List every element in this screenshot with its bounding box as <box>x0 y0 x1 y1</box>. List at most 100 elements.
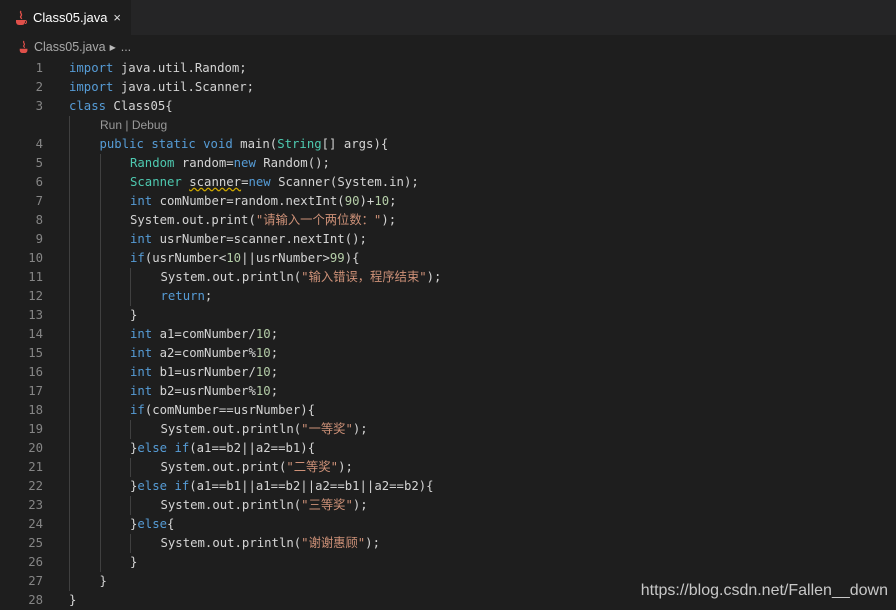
code-line: 18 if(comNumber==usrNumber){ <box>0 401 896 420</box>
code-token: int <box>130 346 153 360</box>
code-token: int <box>130 194 153 208</box>
code-token: (usrNumber< <box>144 251 227 265</box>
code-token: ); <box>426 270 442 284</box>
code-token: System.out.println( <box>160 536 302 550</box>
code-line: 8 System.out.print("请输入一个两位数："); <box>0 211 896 230</box>
breadcrumb-file[interactable]: Class05.java <box>34 40 106 54</box>
code-token: else <box>137 517 168 531</box>
line-number: 7 <box>35 194 43 208</box>
code-token: 99 <box>329 251 345 265</box>
codelens: Run | Debug <box>100 116 167 135</box>
line-number: 9 <box>35 232 43 246</box>
code-token: java.util.Scanner; <box>120 80 255 94</box>
code-token: Scanner(System.in); <box>270 175 419 189</box>
tab-class05-java[interactable]: Class05.java × <box>0 0 131 35</box>
code-token: System.out.print( <box>160 460 287 474</box>
line-number: 18 <box>28 403 43 417</box>
code-text: class Class05{ <box>69 97 173 116</box>
code-token: "三等奖" <box>301 498 353 512</box>
code-token: import <box>69 80 121 94</box>
code-token: 10 <box>255 327 271 341</box>
code-token: static <box>151 137 196 151</box>
code-token: ); <box>338 460 353 474</box>
code-token: b2=usrNumber% <box>152 384 256 398</box>
code-token: new <box>233 156 256 170</box>
code-text: if(usrNumber<10||usrNumber>99){ <box>130 249 360 268</box>
watermark: https://blog.csdn.net/Fallen__down <box>640 582 888 599</box>
code-token: (a1==b1||a1==b2||a2==b1||a2==b2){ <box>189 479 434 493</box>
breadcrumb-more[interactable]: ... <box>121 40 131 54</box>
code-token: ; <box>270 365 279 379</box>
code-text: System.out.print("请输入一个两位数："); <box>130 211 396 230</box>
code-text: }else{ <box>130 515 174 534</box>
line-number: 17 <box>28 384 43 398</box>
code-line: 15 int a2=comNumber%10; <box>0 344 896 363</box>
code-text: import java.util.Random; <box>69 59 247 78</box>
code-text: System.out.println("一等奖"); <box>161 420 368 439</box>
code-token: void <box>203 137 233 151</box>
line-number: 15 <box>28 346 43 360</box>
close-icon[interactable]: × <box>113 10 121 25</box>
line-number: 16 <box>28 365 43 379</box>
line-number: 19 <box>28 422 43 436</box>
line-number: 1 <box>35 61 43 75</box>
line-number: 14 <box>28 327 43 341</box>
line-number: 4 <box>35 137 43 151</box>
line-number: 22 <box>28 479 43 493</box>
code-token: if <box>174 479 190 493</box>
code-text: } <box>69 591 76 610</box>
code-token: int <box>130 327 153 341</box>
code-line: 22}else if(a1==b1||a1==b2||a2==b1||a2==b… <box>0 477 896 496</box>
code-token: )+ <box>359 194 375 208</box>
code-token: 10 <box>226 251 242 265</box>
code-token: System.out.print( <box>130 213 256 227</box>
code-token: System.out.println( <box>160 422 302 436</box>
code-token: } <box>69 593 77 607</box>
line-number: 27 <box>28 574 43 588</box>
line-number: 24 <box>28 517 43 531</box>
code-text: }else if(a1==b2||a2==b1){ <box>130 439 315 458</box>
line-number: 28 <box>28 593 43 607</box>
codelens-run[interactable]: Run <box>100 118 122 132</box>
code-text: return; <box>161 287 213 306</box>
codelens-debug[interactable]: Debug <box>132 118 167 132</box>
code-line: 26} <box>0 553 896 572</box>
code-text: } <box>130 553 137 572</box>
line-number: 5 <box>35 156 43 170</box>
code-token: usrNumber=scanner.nextInt(); <box>152 232 367 246</box>
code-token: 10 <box>374 194 390 208</box>
code-line: 1 import java.util.Random; <box>0 59 896 78</box>
code-token: if <box>174 441 190 455</box>
code-line: 17 int b2=usrNumber%10; <box>0 382 896 401</box>
line-number: 21 <box>28 460 43 474</box>
code-token: a1=comNumber/ <box>152 327 256 341</box>
code-token: ; <box>270 384 279 398</box>
code-token: "一等奖" <box>301 422 353 436</box>
line-number: 12 <box>28 289 43 303</box>
code-token: (comNumber==usrNumber){ <box>144 403 316 417</box>
line-number: 2 <box>35 80 43 94</box>
code-line: 3 class Class05{ <box>0 97 896 116</box>
line-number: 11 <box>28 270 43 284</box>
code-line: 21 System.out.print("二等奖"); <box>0 458 896 477</box>
code-token: { <box>167 517 175 531</box>
code-token: String <box>277 137 322 151</box>
code-text: Scanner scanner=new Scanner(System.in); <box>130 173 419 192</box>
chevron-right-icon: ▶ <box>109 42 116 52</box>
code-token: b1=usrNumber/ <box>152 365 256 379</box>
code-token: ){ <box>344 251 360 265</box>
code-token: a2=comNumber% <box>152 346 256 360</box>
code-token: ; <box>270 346 279 360</box>
code-token: if <box>130 403 145 417</box>
code-token: ); <box>352 422 368 436</box>
code-token: System.out.println( <box>160 498 302 512</box>
code-token: 10 <box>255 365 271 379</box>
code-editor[interactable]: Run | Debug 1 import java.util.Random; 2 im… <box>0 58 896 608</box>
code-token: class <box>69 99 107 113</box>
code-text: } <box>130 306 137 325</box>
code-text: System.out.print("二等奖"); <box>161 458 353 477</box>
code-line: 12 return; <box>0 287 896 306</box>
line-number: 8 <box>35 213 43 227</box>
code-line: 16 int b1=usrNumber/10; <box>0 363 896 382</box>
line-number: 6 <box>35 175 43 189</box>
